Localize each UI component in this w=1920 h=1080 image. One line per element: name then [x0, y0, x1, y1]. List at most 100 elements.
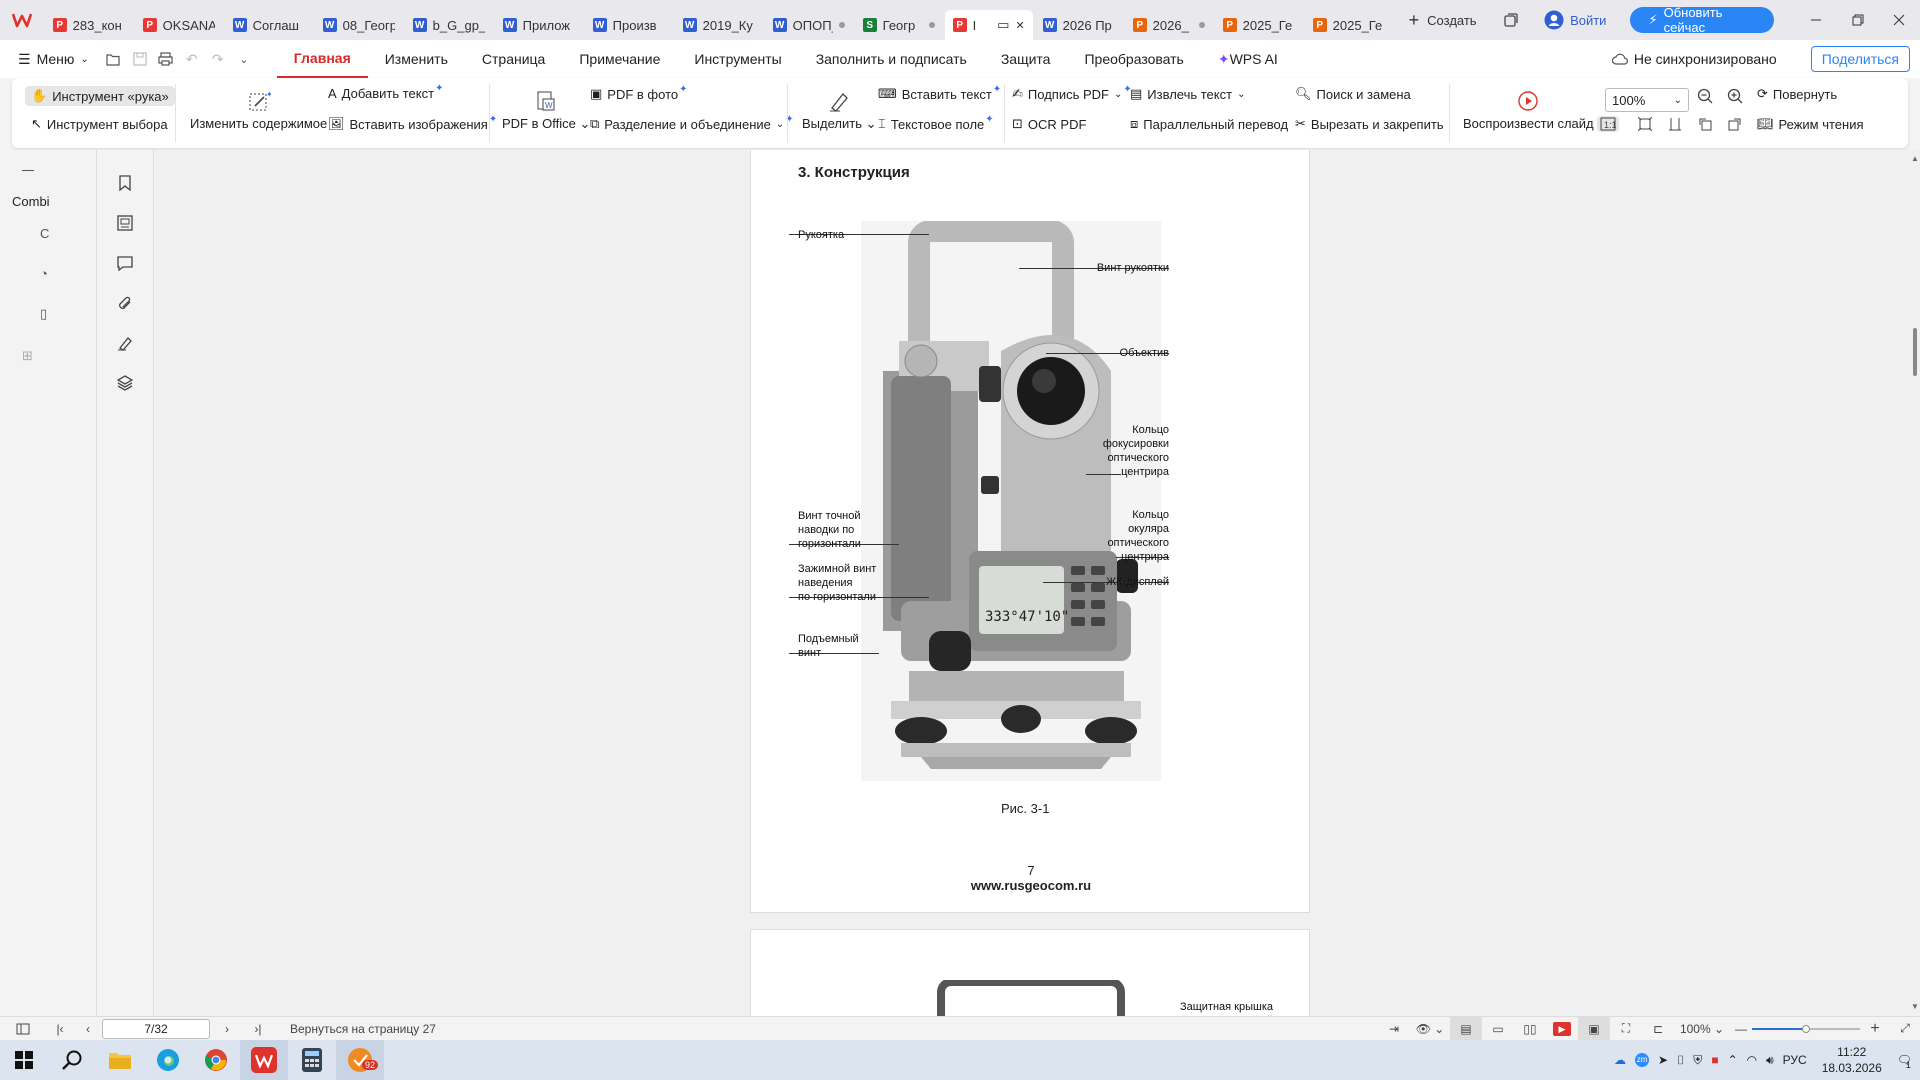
eye-icon[interactable]: 👁︎ ⌄ [1410, 1017, 1450, 1041]
document-tab[interactable]: W Соглаш [224, 10, 313, 40]
update-now-button[interactable]: ⚡ Обновить сейчас [1630, 5, 1774, 35]
menu-tab[interactable]: Главная [276, 40, 368, 78]
onedrive-icon[interactable]: ☁ [1614, 1053, 1626, 1067]
new-tab-button[interactable]: + Создать [1395, 10, 1491, 31]
speaker-icon[interactable]: 🔊︎ [1766, 1053, 1774, 1068]
rotate-button[interactable]: ⟳ Повернуть [1757, 86, 1837, 102]
close-window-button[interactable] [1878, 0, 1919, 40]
back-to-page-link[interactable]: Вернуться на страницу 27 [272, 1017, 436, 1041]
edit-content-button[interactable]: ✦ Изменить содержимое [190, 90, 327, 131]
continuous-icon[interactable]: ▭ [1482, 1017, 1514, 1041]
collapse-icon[interactable] [22, 170, 34, 171]
zoom-minus-icon[interactable]: — [1730, 1017, 1752, 1041]
highlight-button[interactable]: Выделить ⌄ [802, 90, 877, 132]
insert-images-button[interactable]: 🖼 Вставить изображения ✦ [328, 114, 497, 132]
wps-logo-icon[interactable] [0, 0, 45, 40]
document-tab[interactable]: P 2025_Ге [1214, 10, 1303, 40]
add-text-button[interactable]: A Добавить текст ✦ [328, 83, 443, 101]
menu-tab[interactable]: Инструменты [677, 40, 798, 78]
rotate-left-icon[interactable] [1698, 117, 1712, 131]
share-button[interactable]: Поделиться [1810, 46, 1910, 72]
comments-icon[interactable] [114, 252, 136, 274]
export-icon[interactable]: ⇥ [1378, 1017, 1410, 1041]
fit-width-icon[interactable] [1668, 117, 1682, 131]
zoom-out-icon[interactable] [1697, 88, 1713, 104]
document-tab[interactable]: P OKSANA [134, 10, 223, 40]
hand-tool-button[interactable]: ✋ Инструмент «рука» [25, 86, 175, 106]
sign-pdf-button[interactable]: ✍ Подпись PDF ⌄ ✦ [1012, 84, 1132, 102]
document-tab[interactable]: W 2026 Пр [1034, 10, 1123, 40]
document-tab[interactable]: P I ▭ ✕ [944, 10, 1033, 40]
menu-tab[interactable]: Заполнить и подписать [799, 40, 984, 78]
scroll-down-icon[interactable]: ▼ [1911, 1002, 1919, 1011]
two-page-icon[interactable]: ▯▯ [1514, 1017, 1546, 1041]
expand-icon[interactable]: ⤢ [1890, 1017, 1920, 1041]
zoom-slider[interactable] [1752, 1017, 1860, 1041]
zoom-slider-thumb[interactable] [1802, 1024, 1810, 1033]
menu-tab[interactable]: Защита [984, 40, 1068, 78]
usb-icon[interactable]: ⌷ [1677, 1053, 1684, 1068]
extract-text-button[interactable]: ▤ Извлечь текст ⌄ [1130, 86, 1245, 102]
pdf-to-photo-button[interactable]: ▣ PDF в фото ✦ [590, 84, 688, 102]
menu-tab[interactable]: Преобразовать [1067, 40, 1200, 78]
document-tab[interactable]: W 2019_Ку [674, 10, 763, 40]
reading-mode-button[interactable]: 📖︎ Режим чтения [1757, 116, 1864, 132]
zoom-select[interactable]: 100% ⌄ [1605, 88, 1689, 112]
insert-text-button[interactable]: ⌨ Вставить текст ✦ [878, 84, 1001, 102]
clock[interactable]: 11:22 18.03.2026 [1822, 1044, 1882, 1076]
first-page-icon[interactable]: |‹ [46, 1017, 74, 1041]
network-shield-icon[interactable]: ⛨ [1693, 1053, 1702, 1068]
app-with-badge-icon[interactable]: 92 [336, 1040, 384, 1080]
search-replace-button[interactable]: 🔍︎ Поиск и замена [1295, 86, 1411, 102]
sidebar-toggle-icon[interactable] [0, 1017, 46, 1041]
page-number-input[interactable]: 7/32 [102, 1018, 210, 1039]
document-tab[interactable]: W 08_Геогр [314, 10, 403, 40]
login-button[interactable]: Войти [1544, 10, 1606, 30]
actual-size-icon[interactable]: 1:1 [1597, 116, 1619, 132]
status-zoom-select[interactable]: 100% ⌄ [1674, 1017, 1730, 1041]
ocr-pdf-button[interactable]: ⊡ OCR PDF [1012, 116, 1086, 132]
document-tab[interactable]: W Прилож [494, 10, 583, 40]
read-view-icon[interactable]: ▣ [1578, 1016, 1610, 1041]
minimize-button[interactable] [1796, 0, 1837, 40]
restore-button[interactable] [1837, 0, 1878, 40]
menu-tab[interactable]: ✦ WPS AI [1201, 40, 1295, 78]
zoom-tray-icon[interactable]: zm [1635, 1053, 1650, 1067]
document-tab[interactable]: Wb_G_gp_ [404, 10, 493, 40]
parallel-translate-button[interactable]: ⧈ Параллельный перевод [1130, 116, 1288, 132]
thumbnails-icon[interactable] [114, 212, 136, 234]
search-taskbar-icon[interactable] [48, 1040, 96, 1080]
document-viewport[interactable]: 3. Конструкция 333°47'10" Рукоятка Винт … [155, 150, 1910, 1016]
language-indicator[interactable]: РУС [1783, 1053, 1807, 1067]
fit-page-icon[interactable] [1638, 117, 1652, 131]
text-field-button[interactable]: ⌶ Текстовое поле ✦ [878, 114, 994, 132]
split-merge-button[interactable]: ⧉ Разделение и объединение ⌄ ✦ [590, 114, 794, 132]
save-icon[interactable] [127, 40, 153, 78]
chevron-up-icon[interactable]: ⌃ [1728, 1053, 1738, 1067]
notifications-icon[interactable]: 🗨︎ 1 [1897, 1053, 1912, 1070]
rotate-right-icon[interactable] [1728, 117, 1742, 131]
doc-icon[interactable]: ▯ [40, 306, 47, 322]
select-tool-button[interactable]: ↖ Инструмент выбора [31, 116, 168, 132]
windows-start-icon[interactable] [0, 1040, 48, 1080]
attachment-icon[interactable] [114, 292, 136, 314]
pdf-to-office-button[interactable]: W PDF в Office ⌄ [502, 90, 590, 132]
menu-tab[interactable]: Страница [465, 40, 562, 78]
telegram-icon[interactable]: ➤ [1658, 1053, 1668, 1067]
layers-icon[interactable] [114, 372, 136, 394]
open-folder-icon[interactable] [101, 40, 127, 78]
zoom-in-icon[interactable] [1727, 88, 1743, 104]
undo-icon[interactable]: ↶ [179, 40, 205, 78]
last-page-icon[interactable]: ›| [244, 1017, 272, 1041]
document-tab[interactable]: P 2025_Ге [1304, 10, 1393, 40]
scroll-thumb[interactable] [1913, 328, 1917, 376]
document-tab[interactable]: P 2026_ [1124, 10, 1213, 40]
gauge-icon[interactable]: ◔ [40, 266, 48, 281]
signature-panel-icon[interactable] [114, 332, 136, 354]
zoom-plus-icon[interactable]: + [1860, 1017, 1890, 1041]
fullscreen-fit-icon[interactable]: ⛶ [1610, 1017, 1642, 1041]
document-tab[interactable]: W Произв [584, 10, 673, 40]
print-icon[interactable] [153, 40, 179, 78]
document-tab[interactable]: S Геогр [854, 10, 943, 40]
quick-access-dropdown-icon[interactable]: ⌄ [231, 40, 257, 78]
